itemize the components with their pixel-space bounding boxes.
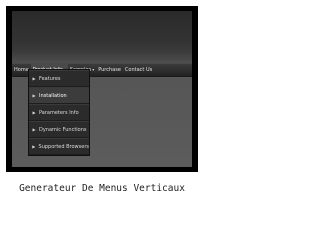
menu-item-contact-us[interactable]: Contact Us <box>123 64 154 76</box>
arrow-right-icon: ▶ <box>32 144 36 149</box>
submenu-product-info: ▶ Features ▶ Installation ▶ Parameters I… <box>28 69 90 156</box>
submenu-item-label: Features <box>39 75 61 82</box>
arrow-right-icon: ▶ <box>32 110 36 115</box>
submenu-item-dynamic-functions[interactable]: ▶ Dynamic Functions <box>29 121 89 138</box>
submenu-item-features[interactable]: ▶ Features <box>29 70 89 87</box>
menu-item-purchase[interactable]: Purchase <box>96 64 123 76</box>
submenu-item-label: Dynamic Functions <box>39 126 87 133</box>
arrow-right-icon: ▶ <box>32 76 36 81</box>
submenu-item-supported-browsers[interactable]: ▶ Supported Browsers <box>29 138 89 155</box>
submenu-item-label: Installation <box>39 92 67 99</box>
submenu-item-parameters-info[interactable]: ▶ Parameters Info <box>29 104 89 121</box>
submenu-item-label: Supported Browsers <box>38 143 89 150</box>
menu-item-label: Purchase <box>98 67 121 73</box>
submenu-item-label: Parameters Info <box>39 109 79 116</box>
menu-item-label: Contact Us <box>124 67 153 73</box>
page-caption: Generateur De Menus Verticaux <box>19 183 185 194</box>
submenu-item-installation[interactable]: ▶ Installation <box>29 87 89 104</box>
menu-item-label: Home <box>14 67 29 73</box>
arrow-right-icon: ▶ <box>32 93 36 98</box>
chevron-down-icon: ▾ <box>92 67 95 72</box>
arrow-right-icon: ▶ <box>32 127 36 132</box>
